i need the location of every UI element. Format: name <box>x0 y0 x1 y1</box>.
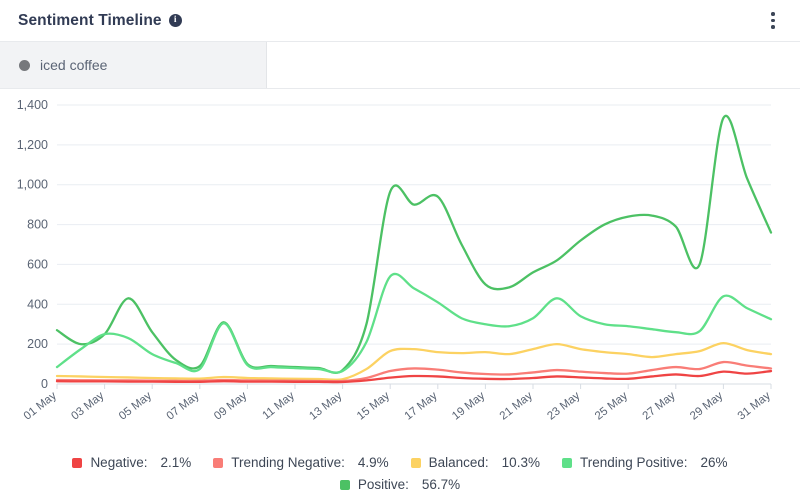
legend-label: Balanced: <box>429 455 489 470</box>
y-axis-tick-label: 800 <box>27 218 48 232</box>
legend-label: Positive: <box>358 477 409 492</box>
legend-label: Negative: <box>90 455 147 470</box>
gridlines <box>57 105 771 384</box>
x-axis-tick-label: 25 May <box>593 390 630 423</box>
legend-value: 2.1% <box>160 455 191 470</box>
x-axis-tick-label: 07 May <box>165 390 202 423</box>
x-axis-tick-label: 21 May <box>498 390 535 423</box>
chart-legend: Negative: 2.1% Trending Negative: 4.9% Balan… <box>0 455 800 492</box>
y-axis-tick-label: 1,400 <box>17 98 48 112</box>
x-axis-tick-label: 15 May <box>355 390 392 423</box>
y-axis-tick-label: 200 <box>27 337 48 351</box>
tab-dot-icon <box>19 60 30 71</box>
legend-value: 10.3% <box>502 455 540 470</box>
page-title: Sentiment Timeline <box>18 12 162 30</box>
x-axis-tick-label: 29 May <box>688 390 725 423</box>
tab-strip: iced coffee <box>0 42 800 89</box>
card-header: Sentiment Timeline i <box>0 0 800 42</box>
legend-value: 4.9% <box>358 455 389 470</box>
x-axis-tick-label: 31 May <box>736 390 773 423</box>
legend-swatch-icon <box>72 458 82 468</box>
legend-value: 26% <box>701 455 728 470</box>
x-axis-labels: 01 May 03 May 05 May 07 May 09 May 11 May 13 M… <box>22 390 773 423</box>
legend-item-balanced[interactable]: Balanced: 10.3% <box>411 455 540 470</box>
kebab-menu-icon[interactable] <box>762 8 784 34</box>
legend-label: Trending Positive: <box>580 455 688 470</box>
legend-value: 56.7% <box>422 477 460 492</box>
x-axis-tick-label: 27 May <box>641 390 678 423</box>
legend-swatch-icon <box>411 458 421 468</box>
x-axis-tick-label: 05 May <box>117 390 154 423</box>
y-axis-tick-label: 0 <box>41 377 48 391</box>
x-axis-tick-label: 11 May <box>260 390 297 422</box>
legend-item-negative[interactable]: Negative: 2.1% <box>72 455 191 470</box>
y-axis-tick-label: 600 <box>27 257 48 271</box>
legend-row: Negative: 2.1% Trending Negative: 4.9% Balan… <box>61 455 738 470</box>
legend-swatch-icon <box>340 480 350 490</box>
x-axis-tick-label: 23 May <box>545 390 582 423</box>
legend-item-trending-positive[interactable]: Trending Positive: 26% <box>562 455 728 470</box>
legend-label: Trending Negative: <box>231 455 345 470</box>
y-axis-tick-label: 1,200 <box>17 138 48 152</box>
x-axis-tick-label: 13 May <box>307 390 344 423</box>
info-icon[interactable]: i <box>169 14 182 27</box>
sentiment-line-chart: 0 200 400 600 800 1,000 1,200 1,400 01 May 03 Ma… <box>0 89 800 429</box>
x-axis-tick-label: 17 May <box>403 390 440 423</box>
x-axis-tickmarks <box>57 384 771 389</box>
x-axis-tick-label: 09 May <box>212 390 249 423</box>
x-axis-tick-label: 19 May <box>450 390 487 423</box>
legend-row: Positive: 56.7% <box>329 477 471 492</box>
tab-iced-coffee[interactable]: iced coffee <box>0 42 267 88</box>
x-axis-tick-label: 03 May <box>69 390 106 423</box>
tab-strip-filler <box>267 42 800 88</box>
legend-swatch-icon <box>213 458 223 468</box>
legend-swatch-icon <box>562 458 572 468</box>
sentiment-timeline-card: Sentiment Timeline i iced coffee 0 200 400… <box>0 0 800 500</box>
legend-item-positive[interactable]: Positive: 56.7% <box>340 477 460 492</box>
y-axis-tick-label: 400 <box>27 297 48 311</box>
tab-label: iced coffee <box>40 57 107 73</box>
series-line-trending-positive <box>57 274 771 373</box>
y-axis-tick-label: 1,000 <box>17 178 48 192</box>
legend-item-trending-negative[interactable]: Trending Negative: 4.9% <box>213 455 388 470</box>
series-line-positive <box>57 116 771 373</box>
x-axis-tick-label: 01 May <box>22 390 59 423</box>
chart-area: 0 200 400 600 800 1,000 1,200 1,400 01 May 03 Ma… <box>0 89 800 500</box>
data-series <box>57 116 771 382</box>
y-axis-labels: 0 200 400 600 800 1,000 1,200 1,400 <box>17 98 48 391</box>
